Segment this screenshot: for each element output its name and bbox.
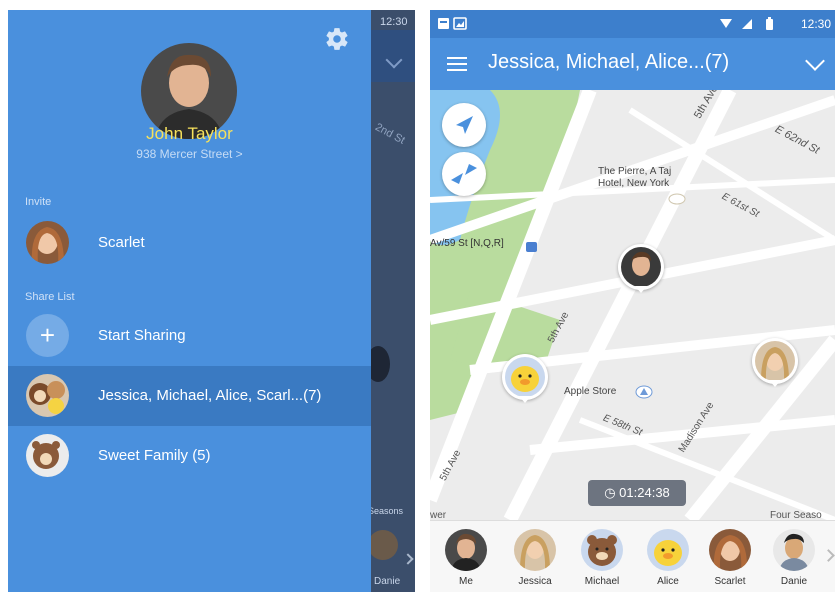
hamburger-menu-icon[interactable] bbox=[447, 57, 467, 71]
share-item-label: Jessica, Michael, Alice, Scarl...(7) bbox=[98, 387, 322, 404]
share-item-sweet-family[interactable]: Sweet Family (5) bbox=[8, 426, 371, 486]
show-all-button[interactable] bbox=[442, 152, 486, 196]
plus-icon: + bbox=[26, 314, 69, 357]
friend-name: Michael bbox=[584, 576, 620, 587]
friend-name: Alice bbox=[657, 576, 679, 587]
navigation-arrow-icon bbox=[456, 116, 473, 134]
friend-name: Me bbox=[459, 576, 473, 587]
start-sharing-label: Start Sharing bbox=[98, 327, 186, 344]
profile-address-link[interactable]: 938 Mercer Street > bbox=[8, 147, 371, 161]
invite-item-label: Scarlet bbox=[98, 234, 145, 251]
friend-item-michael[interactable]: Michael bbox=[576, 529, 628, 587]
friend-map-marker-michael[interactable] bbox=[618, 244, 664, 293]
map-view[interactable]: 5th Ave E 62nd St The Pierre, A Taj Hote… bbox=[430, 90, 835, 520]
transit-label[interactable]: Av/59 St [N,Q,R] bbox=[430, 238, 504, 249]
avatar bbox=[647, 529, 689, 571]
avatar bbox=[773, 529, 815, 571]
share-item-group[interactable]: Jessica, Michael, Alice, Scarl...(7) bbox=[8, 366, 371, 426]
share-item-label: Sweet Family (5) bbox=[98, 447, 211, 464]
friend-item-me[interactable]: Me bbox=[440, 529, 492, 587]
clock-icon: ◷ bbox=[604, 485, 620, 500]
background-app-strip[interactable] bbox=[371, 10, 415, 592]
poi-label-four-seasons[interactable]: Four Seaso bbox=[770, 510, 822, 520]
friend-item-scarlet[interactable]: Scarlet bbox=[704, 529, 756, 587]
avatar bbox=[709, 529, 751, 571]
avatar bbox=[514, 529, 556, 571]
friend-map-marker-alice[interactable] bbox=[502, 354, 548, 403]
friend-name: Danie bbox=[780, 576, 808, 587]
converge-arrows-icon bbox=[451, 164, 477, 184]
gear-icon[interactable] bbox=[324, 26, 350, 52]
group-avatar bbox=[26, 434, 69, 477]
chevron-down-icon[interactable] bbox=[805, 51, 825, 71]
share-list-section-label: Share List bbox=[25, 291, 75, 303]
sharing-timer: ◷ 01:24:38 bbox=[588, 480, 686, 506]
chevron-right-icon[interactable] bbox=[822, 549, 835, 562]
app-bar: Jessica, Michael, Alice...(7) bbox=[430, 38, 835, 90]
side-drawer: John Taylor 938 Mercer Street > Invite S… bbox=[8, 10, 371, 592]
invite-section-label: Invite bbox=[25, 196, 52, 208]
invite-item-scarlet[interactable]: Scarlet bbox=[8, 213, 371, 273]
avatar bbox=[581, 529, 623, 571]
poi-label: wer bbox=[430, 510, 447, 520]
background-poi-label: Seasons bbox=[368, 506, 404, 516]
friend-item-danie[interactable]: Danie bbox=[768, 529, 820, 587]
friend-name: Scarlet bbox=[714, 576, 746, 587]
signal-battery-icons bbox=[720, 17, 773, 30]
friend-item-alice[interactable]: Alice bbox=[642, 529, 694, 587]
status-time: 12:30 bbox=[800, 17, 831, 31]
map-screen: 12:30 Jessica, Michael, Alice...(7) 5th … bbox=[430, 10, 835, 592]
friend-name: Jessica bbox=[518, 576, 552, 587]
profile-name: John Taylor bbox=[146, 124, 233, 143]
poi-label-hotel[interactable]: The Pierre, A Taj Hotel, New York bbox=[598, 166, 698, 190]
avatar bbox=[26, 221, 69, 264]
timer-value: 01:24:38 bbox=[619, 485, 670, 500]
friend-map-marker-jessica[interactable] bbox=[752, 338, 798, 387]
background-status-time: 12:30 bbox=[380, 16, 408, 28]
background-friend-avatar bbox=[368, 530, 398, 560]
start-sharing-button[interactable]: + Start Sharing bbox=[8, 306, 371, 366]
background-friend-name: Danie bbox=[374, 576, 401, 587]
my-location-button[interactable] bbox=[442, 103, 486, 147]
avatar bbox=[445, 529, 487, 571]
notification-icons bbox=[438, 17, 467, 30]
drawer-screen: 12:30 2nd St Seasons Danie John Taylor 9… bbox=[8, 10, 415, 592]
group-avatar bbox=[26, 374, 69, 417]
friend-item-jessica[interactable]: Jessica bbox=[509, 529, 561, 587]
poi-label-apple-store[interactable]: Apple Store bbox=[564, 386, 616, 397]
map-canvas bbox=[430, 90, 835, 520]
page-title[interactable]: Jessica, Michael, Alice...(7) bbox=[488, 51, 729, 74]
friends-bar: Me Jessica Michael Alice Scarlet Danie bbox=[430, 520, 835, 592]
status-bar: 12:30 bbox=[430, 10, 835, 38]
